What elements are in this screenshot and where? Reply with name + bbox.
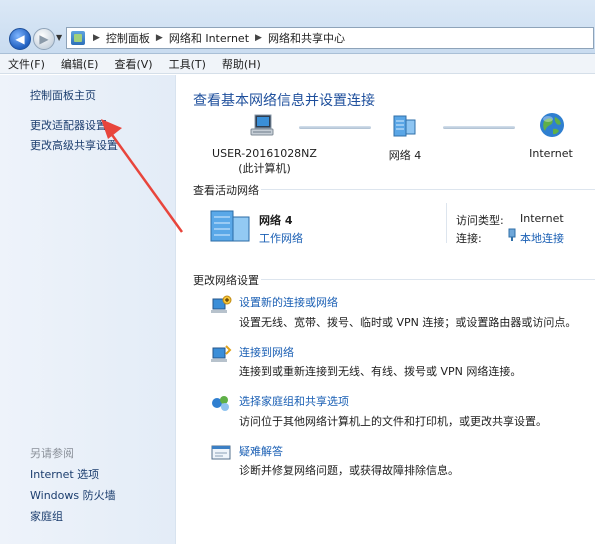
see-also-heading: 另请参阅 <box>30 447 74 460</box>
address-bar-area: ◀ ▶ ▼ ▶ 控制面板 ▶ 网络和 Internet ▶ 网络和共享中心 <box>0 0 595 54</box>
menu-view[interactable]: 查看(V) <box>114 56 152 72</box>
divider <box>446 203 447 243</box>
connect-network-icon <box>210 344 232 364</box>
sidebar-link-homegroup[interactable]: 家庭组 <box>30 508 63 524</box>
breadcrumb-sharing-center[interactable]: 网络和共享中心 <box>268 30 345 46</box>
map-computer-label: USER-20161028NZ (此计算机) <box>207 147 322 176</box>
map-internet-label: Internet <box>529 147 573 160</box>
menu-help[interactable]: 帮助(H) <box>222 56 261 72</box>
ethernet-plug-icon <box>507 228 517 242</box>
divider <box>261 189 595 190</box>
menu-file[interactable]: 文件(F) <box>8 56 45 72</box>
network-building-icon <box>209 207 253 243</box>
computer-icon[interactable] <box>249 113 277 139</box>
task-homegroup-desc: 访问位于其他网络计算机上的文件和打印机，或更改共享设置。 <box>239 415 547 428</box>
menu-tools[interactable]: 工具(T) <box>169 56 206 72</box>
address-box[interactable]: ▶ 控制面板 ▶ 网络和 Internet ▶ 网络和共享中心 <box>66 27 594 49</box>
menu-bar: 文件(F) 编辑(E) 查看(V) 工具(T) 帮助(H) <box>0 54 595 74</box>
sidebar-link-internet-options[interactable]: Internet 选项 <box>30 466 99 482</box>
breadcrumb-separator-icon[interactable]: ▶ <box>93 33 100 43</box>
control-panel-icon <box>71 31 85 45</box>
page-title: 查看基本网络信息并设置连接 <box>193 93 375 109</box>
back-arrow-icon: ◀ <box>15 32 25 46</box>
active-networks-heading: 查看活动网络 <box>193 184 259 197</box>
sidebar-link-advanced-sharing[interactable]: 更改高级共享设置 <box>30 137 118 153</box>
sidebar-link-control-panel-home[interactable]: 控制面板主页 <box>30 87 96 103</box>
computer-sub-label: (此计算机) <box>238 162 291 175</box>
back-button[interactable]: ◀ <box>9 28 31 50</box>
task-homegroup-link[interactable]: 选择家庭组和共享选项 <box>239 393 349 409</box>
active-network-name: 网络 4 <box>259 214 293 227</box>
map-network-label: 网络 4 <box>388 149 422 162</box>
main-content: 查看基本网络信息并设置连接 USER-20161028NZ (此计算机) 网络 … <box>177 75 595 544</box>
network-icon[interactable] <box>391 113 419 139</box>
breadcrumb-network-internet[interactable]: 网络和 Internet <box>169 30 249 46</box>
change-settings-heading: 更改网络设置 <box>193 274 259 287</box>
forward-button[interactable]: ▶ <box>33 28 55 50</box>
computer-name: USER-20161028NZ <box>212 147 317 160</box>
map-connection-line <box>299 126 371 129</box>
breadcrumb-control-panel[interactable]: 控制面板 <box>106 30 150 46</box>
menu-edit[interactable]: 编辑(E) <box>61 56 99 72</box>
sidebar-link-windows-firewall[interactable]: Windows 防火墙 <box>30 487 116 503</box>
task-troubleshoot-link[interactable]: 疑难解答 <box>239 443 283 459</box>
access-type-label: 访问类型: <box>456 214 504 227</box>
task-troubleshoot-desc: 诊断并修复网络问题，或获得故障排除信息。 <box>239 464 459 477</box>
breadcrumb-separator-icon[interactable]: ▶ <box>255 33 262 43</box>
new-connection-icon <box>210 295 232 315</box>
homegroup-icon <box>210 393 232 413</box>
troubleshoot-icon <box>210 443 232 463</box>
map-connection-line <box>443 126 515 129</box>
task-connect-network-link[interactable]: 连接到网络 <box>239 344 294 360</box>
sidebar: 控制面板主页 更改适配器设置 更改高级共享设置 另请参阅 Internet 选项… <box>0 75 176 544</box>
forward-arrow-icon: ▶ <box>39 32 49 46</box>
network-type-link[interactable]: 工作网络 <box>259 230 303 246</box>
task-connect-network-desc: 连接到或重新连接到无线、有线、拨号或 VPN 网络连接。 <box>239 365 522 378</box>
connection-label: 连接: <box>456 232 482 245</box>
globe-icon[interactable] <box>538 111 566 139</box>
task-setup-connection-desc: 设置无线、宽带、拨号、临时或 VPN 连接；或设置路由器或访问点。 <box>239 316 577 329</box>
sidebar-link-change-adapter-settings[interactable]: 更改适配器设置 <box>30 117 107 133</box>
breadcrumb-separator-icon[interactable]: ▶ <box>156 33 163 43</box>
local-connection-link[interactable]: 本地连接 <box>520 230 564 246</box>
divider <box>261 279 595 280</box>
recent-pages-dropdown-icon[interactable]: ▼ <box>56 33 62 42</box>
task-setup-connection-link[interactable]: 设置新的连接或网络 <box>239 294 338 310</box>
access-type-value: Internet <box>520 212 564 225</box>
